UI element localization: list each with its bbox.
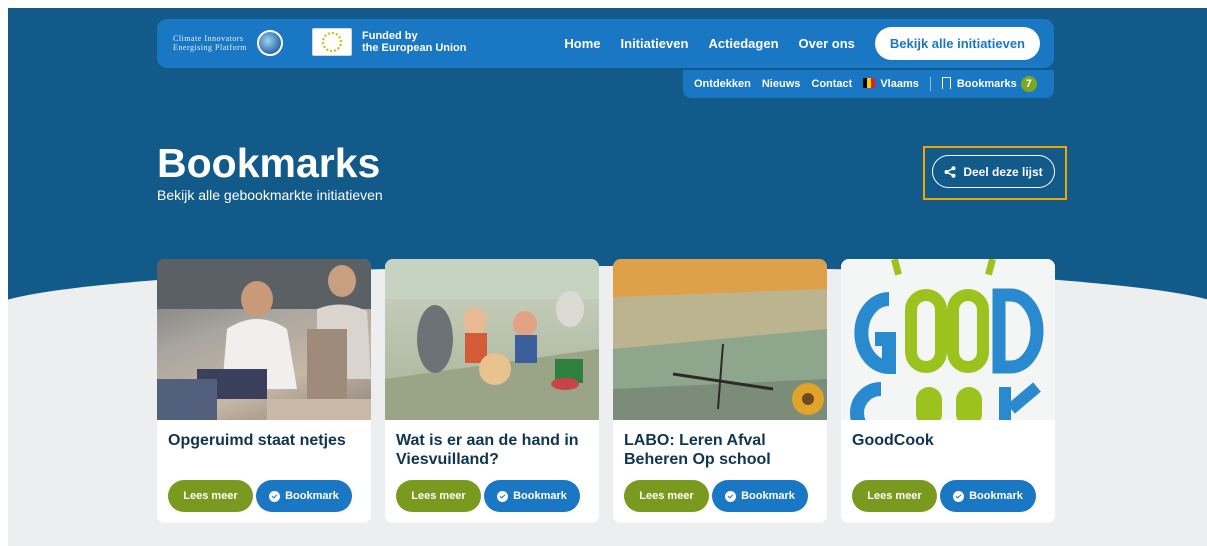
initiative-card: GoodCook Lees meer Bookmark xyxy=(841,259,1055,523)
read-more-button[interactable]: Lees meer xyxy=(852,480,937,512)
belgium-flag-icon xyxy=(863,78,876,88)
card-title[interactable]: LABO: Leren Afval Beheren Op school xyxy=(624,431,817,469)
sub-nav: Ontdekken Nieuws Contact Vlaams Bookmark… xyxy=(683,70,1054,98)
card-actions: Lees meer Bookmark xyxy=(852,480,1036,512)
card-image[interactable] xyxy=(613,259,827,420)
share-list-button[interactable]: Deel deze lijst xyxy=(932,155,1055,188)
check-icon xyxy=(953,490,965,502)
top-nav: Climate Innovators Energising Platform F… xyxy=(157,19,1054,68)
subnav-ontdekken[interactable]: Ontdekken xyxy=(694,78,751,90)
main-nav: Home Initiatieven Actiedagen Over ons Be… xyxy=(564,27,1040,60)
card-image[interactable] xyxy=(841,259,1055,420)
initiative-card: LABO: Leren Afval Beheren Op school Lees… xyxy=(613,259,827,523)
card-title[interactable]: Opgeruimd staat netjes xyxy=(168,431,361,450)
subnav-nieuws[interactable]: Nieuws xyxy=(762,78,801,90)
page-subtitle: Bekijk alle gebookmarkte initiatieven xyxy=(157,187,383,203)
card-title[interactable]: Wat is er aan de hand in Viesvuilland? xyxy=(396,431,589,469)
card-actions: Lees meer Bookmark xyxy=(168,480,352,512)
card-illustration xyxy=(613,259,827,420)
globe-icon xyxy=(257,30,283,56)
check-icon xyxy=(725,490,737,502)
card-image[interactable] xyxy=(157,259,371,420)
view-all-initiatives-button[interactable]: Bekijk alle initiatieven xyxy=(874,27,1040,60)
site-logo[interactable]: Climate Innovators Energising Platform xyxy=(173,27,293,59)
read-more-button[interactable]: Lees meer xyxy=(624,480,709,512)
read-more-button[interactable]: Lees meer xyxy=(168,480,253,512)
nav-over-ons[interactable]: Over ons xyxy=(799,36,855,51)
nav-initiatieven[interactable]: Initiatieven xyxy=(621,36,689,51)
logo-text: Climate Innovators Energising Platform xyxy=(173,34,248,52)
card-photo-illustration xyxy=(157,259,371,420)
bookmark-icon xyxy=(941,77,951,89)
bookmarks-count-badge: 7 xyxy=(1020,76,1037,92)
bookmark-cards: Opgeruimd staat netjes Lees meer Bookmar… xyxy=(157,259,1055,523)
eu-flag-icon xyxy=(312,28,352,56)
bookmarks-label: Bookmarks xyxy=(956,78,1017,90)
subnav-contact[interactable]: Contact xyxy=(811,78,852,90)
nav-home[interactable]: Home xyxy=(564,36,600,51)
check-icon xyxy=(497,490,509,502)
nav-actiedagen[interactable]: Actiedagen xyxy=(708,36,778,51)
eu-funding-text: Funded by the European Union xyxy=(362,30,467,54)
read-more-button[interactable]: Lees meer xyxy=(396,480,481,512)
bookmark-button-label: Bookmark xyxy=(969,490,1023,502)
card-actions: Lees meer Bookmark xyxy=(624,480,808,512)
divider xyxy=(929,77,931,91)
goodcook-logo xyxy=(841,259,1055,420)
bookmark-button[interactable]: Bookmark xyxy=(940,480,1036,512)
eu-stars-icon xyxy=(322,32,342,52)
bookmark-button[interactable]: Bookmark xyxy=(256,480,352,512)
eu-funded-line1: Funded by xyxy=(362,30,418,42)
initiative-card: Opgeruimd staat netjes Lees meer Bookmar… xyxy=(157,259,371,523)
bookmark-button-label: Bookmark xyxy=(285,490,339,502)
page-title: Bookmarks xyxy=(157,140,381,186)
initiative-card: Wat is er aan de hand in Viesvuilland? L… xyxy=(385,259,599,523)
card-illustration xyxy=(385,259,599,420)
bookmark-button[interactable]: Bookmark xyxy=(712,480,808,512)
card-title[interactable]: GoodCook xyxy=(852,431,1045,450)
card-image[interactable] xyxy=(385,259,599,420)
bookmark-button-label: Bookmark xyxy=(513,490,567,502)
language-label: Vlaams xyxy=(880,78,919,90)
share-icon xyxy=(944,165,956,178)
card-actions: Lees meer Bookmark xyxy=(396,480,580,512)
bookmark-button-label: Bookmark xyxy=(741,490,795,502)
check-icon xyxy=(269,490,281,502)
page: Climate Innovators Energising Platform F… xyxy=(8,8,1207,546)
bookmark-button[interactable]: Bookmark xyxy=(484,480,580,512)
language-selector[interactable]: Vlaams xyxy=(863,78,919,90)
share-list-label: Deel deze lijst xyxy=(963,164,1043,179)
eu-funded-line2: the European Union xyxy=(362,42,467,54)
bookmarks-link[interactable]: Bookmarks 7 xyxy=(941,76,1037,92)
